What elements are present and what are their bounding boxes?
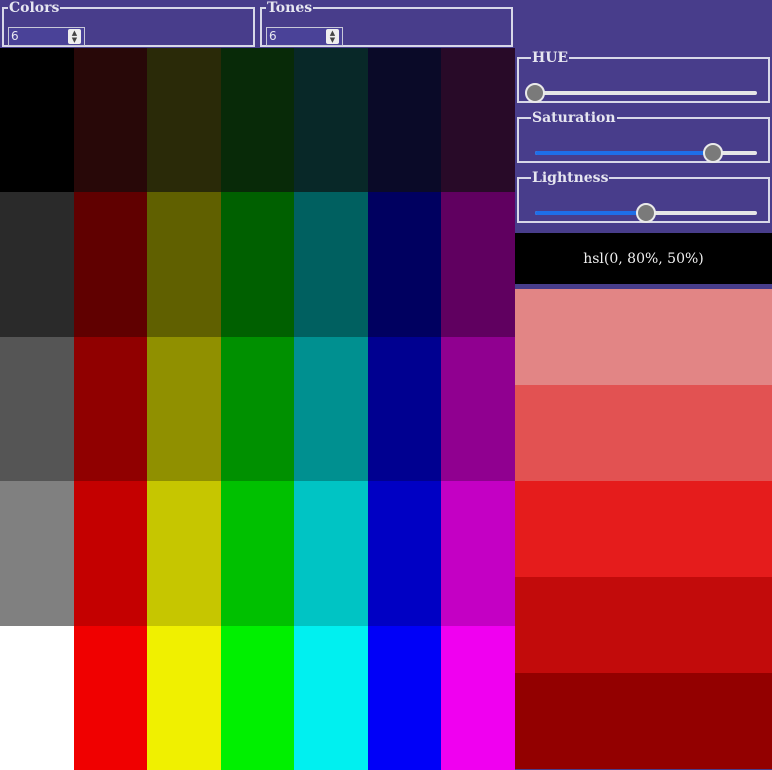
hue-slider[interactable] (525, 83, 757, 103)
color-swatch[interactable] (147, 337, 221, 481)
color-swatch[interactable] (147, 481, 221, 626)
spin-down-icon[interactable]: ▼ (72, 36, 77, 44)
color-swatch[interactable] (221, 337, 294, 481)
saturation-slider[interactable] (535, 143, 757, 163)
lightness-slider[interactable] (535, 203, 757, 223)
color-swatch[interactable] (147, 48, 221, 192)
color-swatch[interactable] (0, 337, 74, 481)
tones-value: 6 (269, 29, 277, 43)
color-swatch[interactable] (0, 626, 74, 770)
hue-legend: HUE (532, 50, 569, 66)
color-swatch[interactable] (221, 192, 294, 337)
tone-swatch[interactable] (515, 673, 772, 769)
color-swatch[interactable] (147, 192, 221, 337)
color-swatch[interactable] (0, 192, 74, 337)
color-swatch[interactable] (441, 48, 515, 192)
color-swatch[interactable] (294, 481, 368, 626)
color-swatch[interactable] (221, 626, 294, 770)
hue-slider-thumb[interactable] (525, 83, 545, 103)
color-grid (0, 48, 515, 770)
color-swatch[interactable] (221, 481, 294, 626)
lightness-fieldset: Lightness (517, 171, 770, 223)
color-swatch[interactable] (368, 337, 441, 481)
tones-number-input[interactable]: 6 ▲ ▼ (266, 27, 343, 46)
tone-swatches (515, 289, 772, 770)
color-swatch[interactable] (441, 337, 515, 481)
color-swatch[interactable] (74, 48, 147, 192)
colors-fieldset: Colors 6 ▲ ▼ (2, 1, 255, 47)
hsl-readout: hsl(0, 80%, 50%) (515, 233, 772, 284)
tones-spinner[interactable]: ▲ ▼ (326, 29, 339, 44)
color-swatch[interactable] (368, 192, 441, 337)
lightness-legend: Lightness (532, 170, 609, 186)
saturation-fieldset: Saturation (517, 111, 770, 163)
colors-value: 6 (11, 29, 19, 43)
color-swatch[interactable] (74, 626, 147, 770)
lightness-slider-thumb[interactable] (636, 203, 656, 223)
color-swatch[interactable] (74, 337, 147, 481)
tone-swatch[interactable] (515, 289, 772, 385)
color-swatch[interactable] (0, 48, 74, 192)
color-swatch[interactable] (221, 48, 294, 192)
color-swatch[interactable] (147, 626, 221, 770)
color-swatch[interactable] (368, 48, 441, 192)
hue-fieldset: HUE (517, 51, 770, 103)
colors-legend: Colors (9, 0, 60, 16)
saturation-slider-thumb[interactable] (702, 143, 723, 163)
hsl-panel: HUE Saturation Lightness hsl(0, 80%, 50%… (515, 0, 772, 770)
color-swatch[interactable] (294, 626, 368, 770)
color-swatch[interactable] (368, 481, 441, 626)
color-swatch[interactable] (368, 626, 441, 770)
saturation-legend: Saturation (532, 110, 616, 126)
tones-legend: Tones (267, 0, 313, 16)
color-swatch[interactable] (74, 192, 147, 337)
color-swatch[interactable] (441, 192, 515, 337)
color-swatch[interactable] (294, 192, 368, 337)
color-swatch[interactable] (294, 48, 368, 192)
color-swatch[interactable] (441, 626, 515, 770)
colors-number-input[interactable]: 6 ▲ ▼ (8, 27, 85, 46)
color-swatch[interactable] (294, 337, 368, 481)
tone-swatch[interactable] (515, 385, 772, 481)
tone-swatch[interactable] (515, 481, 772, 577)
tone-swatch[interactable] (515, 577, 772, 673)
top-controls: Colors 6 ▲ ▼ Tones 6 ▲ ▼ (0, 0, 515, 48)
color-swatch[interactable] (74, 481, 147, 626)
color-swatch[interactable] (441, 481, 515, 626)
color-swatch[interactable] (0, 481, 74, 626)
lightness-slider-fill (535, 211, 646, 215)
tones-fieldset: Tones 6 ▲ ▼ (260, 1, 513, 47)
saturation-slider-fill (535, 151, 713, 155)
spin-down-icon[interactable]: ▼ (330, 36, 335, 44)
colors-spinner[interactable]: ▲ ▼ (68, 29, 81, 44)
